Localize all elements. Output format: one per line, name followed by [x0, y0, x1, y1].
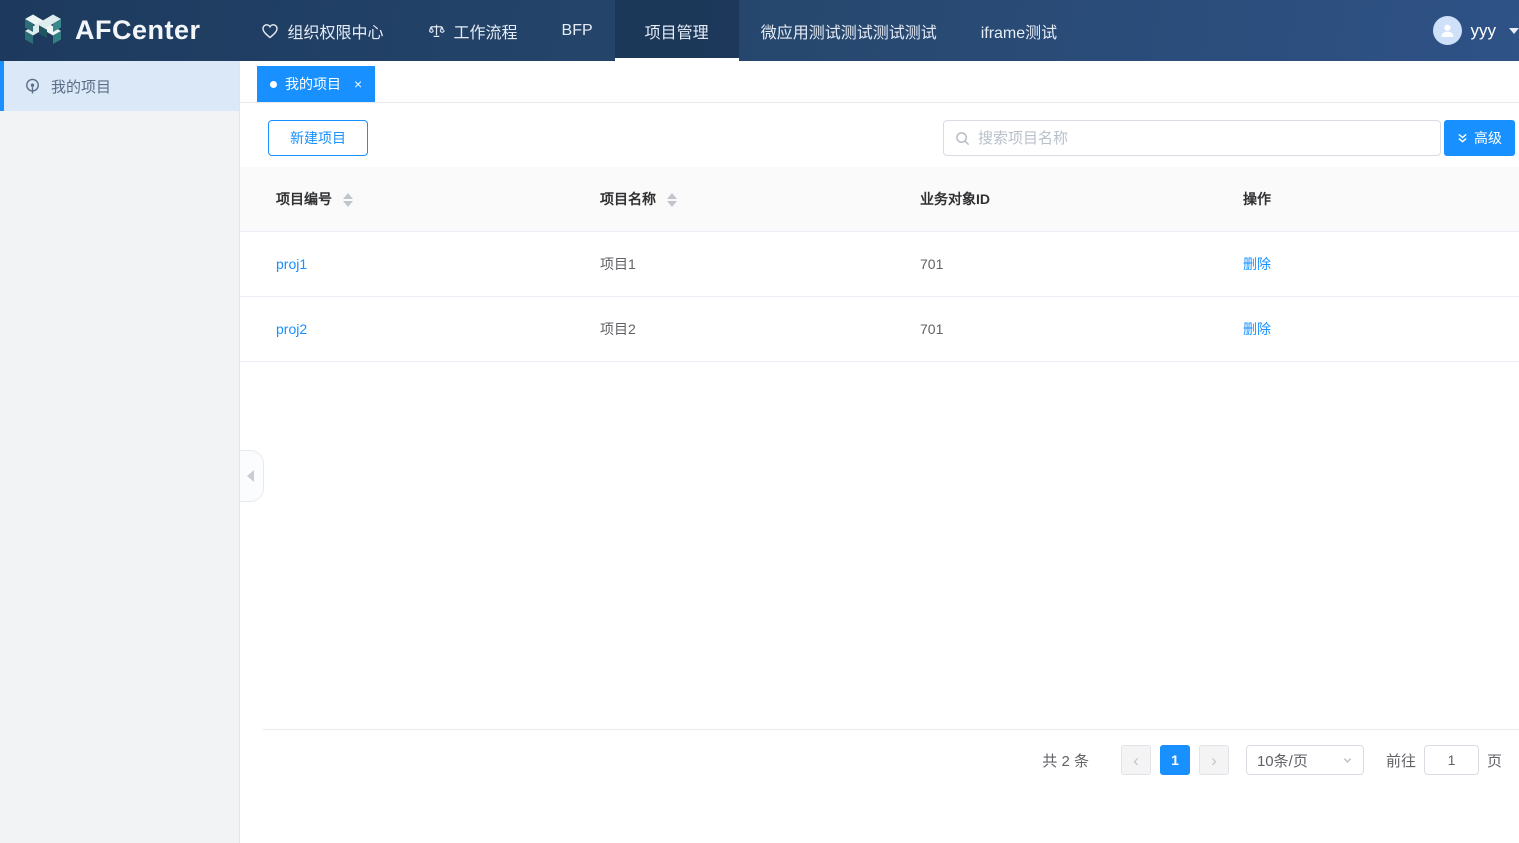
sidebar-collapse-handle[interactable] [240, 450, 264, 502]
chevron-down-icon [1509, 28, 1519, 34]
next-page-button[interactable]: › [1199, 745, 1229, 775]
page-unit-label: 页 [1487, 750, 1502, 771]
column-header-business-object-id: 业务对象ID [884, 167, 1207, 231]
new-project-button[interactable]: 新建项目 [268, 120, 368, 156]
main-nav: 组织权限中心 工作流程 BFP 项目管理 微应用测试测试测试测试 iframe测… [239, 0, 1080, 61]
top-navbar: AFCenter 组织权限中心 工作流程 BFP 项目管理 [0, 0, 1519, 61]
avatar [1433, 16, 1462, 45]
sort-icon[interactable] [343, 193, 353, 207]
brand: AFCenter [0, 0, 201, 61]
total-count: 共 2 条 [1042, 750, 1089, 771]
projects-table: 项目编号 项目名称 业务对象ID 操作 [240, 167, 1519, 362]
heart-icon [261, 23, 279, 39]
column-header-project-code: 项目编号 [240, 167, 564, 231]
page-size-value: 10条/页 [1257, 750, 1308, 771]
close-icon[interactable]: × [354, 76, 362, 92]
business-object-id-cell: 701 [920, 321, 943, 337]
column-header-project-name: 项目名称 [564, 167, 884, 231]
nav-label: 微应用测试测试测试测试 [761, 19, 937, 43]
sidebar-item-my-projects[interactable]: 我的项目 [0, 61, 239, 111]
project-name-cell: 项目1 [600, 256, 636, 272]
double-chevron-down-icon [1457, 133, 1468, 144]
search-box [943, 120, 1441, 156]
broadcast-icon [24, 78, 41, 95]
tab-my-projects[interactable]: 我的项目 × [257, 66, 375, 102]
tab-label: 我的项目 [285, 74, 341, 94]
active-dot-icon [270, 81, 277, 88]
nav-item-microapp-test[interactable]: 微应用测试测试测试测试 [739, 0, 959, 61]
goto-label: 前往 [1386, 750, 1416, 771]
tab-bar: 我的项目 × [240, 61, 1519, 103]
business-object-id-cell: 701 [920, 256, 943, 272]
sidebar-item-label: 我的项目 [51, 76, 111, 97]
toolbar: 新建项目 高级 [268, 120, 1515, 156]
delete-link[interactable]: 删除 [1243, 256, 1271, 272]
table-header-row: 项目编号 项目名称 业务对象ID 操作 [240, 167, 1519, 231]
prev-page-button[interactable]: ‹ [1121, 745, 1151, 775]
table-row: proj1 项目1 701 删除 [240, 231, 1519, 296]
page-number-button[interactable]: 1 [1160, 745, 1190, 775]
nav-item-org-permissions[interactable]: 组织权限中心 [239, 0, 406, 61]
table-row: proj2 项目2 701 删除 [240, 296, 1519, 361]
afcenter-logo-icon [21, 11, 65, 51]
advanced-label: 高级 [1474, 128, 1502, 148]
user-name: yyy [1471, 21, 1497, 41]
project-code-link[interactable]: proj2 [276, 321, 307, 337]
page-size-select[interactable]: 10条/页 [1246, 745, 1364, 775]
chevron-left-icon [247, 470, 254, 482]
chevron-left-icon: ‹ [1133, 752, 1139, 769]
main-area: 我的项目 我的项目 × 新建项目 [0, 61, 1519, 843]
nav-label: 工作流程 [454, 19, 518, 43]
chevron-down-icon [1342, 755, 1353, 766]
delete-link[interactable]: 删除 [1243, 321, 1271, 337]
nav-item-workflow[interactable]: 工作流程 [406, 0, 540, 61]
table-footer: 共 2 条 ‹ 1 › 10条/页 前往 页 [240, 729, 1519, 843]
pagination: 共 2 条 ‹ 1 › 10条/页 前往 页 [240, 730, 1519, 775]
column-header-actions: 操作 [1207, 167, 1519, 231]
nav-label: 项目管理 [645, 19, 709, 43]
search-icon [955, 131, 970, 146]
app-title: AFCenter [75, 15, 201, 46]
nav-item-iframe-test[interactable]: iframe测试 [959, 0, 1079, 61]
project-code-link[interactable]: proj1 [276, 256, 307, 272]
nav-item-bfp[interactable]: BFP [540, 0, 615, 61]
sidebar: 我的项目 [0, 61, 240, 843]
nav-label: BFP [562, 22, 593, 40]
project-name-cell: 项目2 [600, 321, 636, 337]
goto-page-input[interactable] [1424, 745, 1479, 775]
nav-item-project-management[interactable]: 项目管理 [615, 0, 739, 61]
chevron-right-icon: › [1211, 752, 1217, 769]
advanced-search-button[interactable]: 高级 [1444, 120, 1515, 156]
content-panel: 我的项目 × 新建项目 高级 [240, 61, 1519, 843]
nav-label: iframe测试 [981, 19, 1057, 43]
user-menu[interactable]: yyy [1433, 0, 1519, 61]
search-input[interactable] [978, 130, 1429, 147]
sort-icon[interactable] [667, 193, 677, 207]
scale-icon [428, 23, 445, 39]
nav-label: 组织权限中心 [288, 19, 384, 43]
